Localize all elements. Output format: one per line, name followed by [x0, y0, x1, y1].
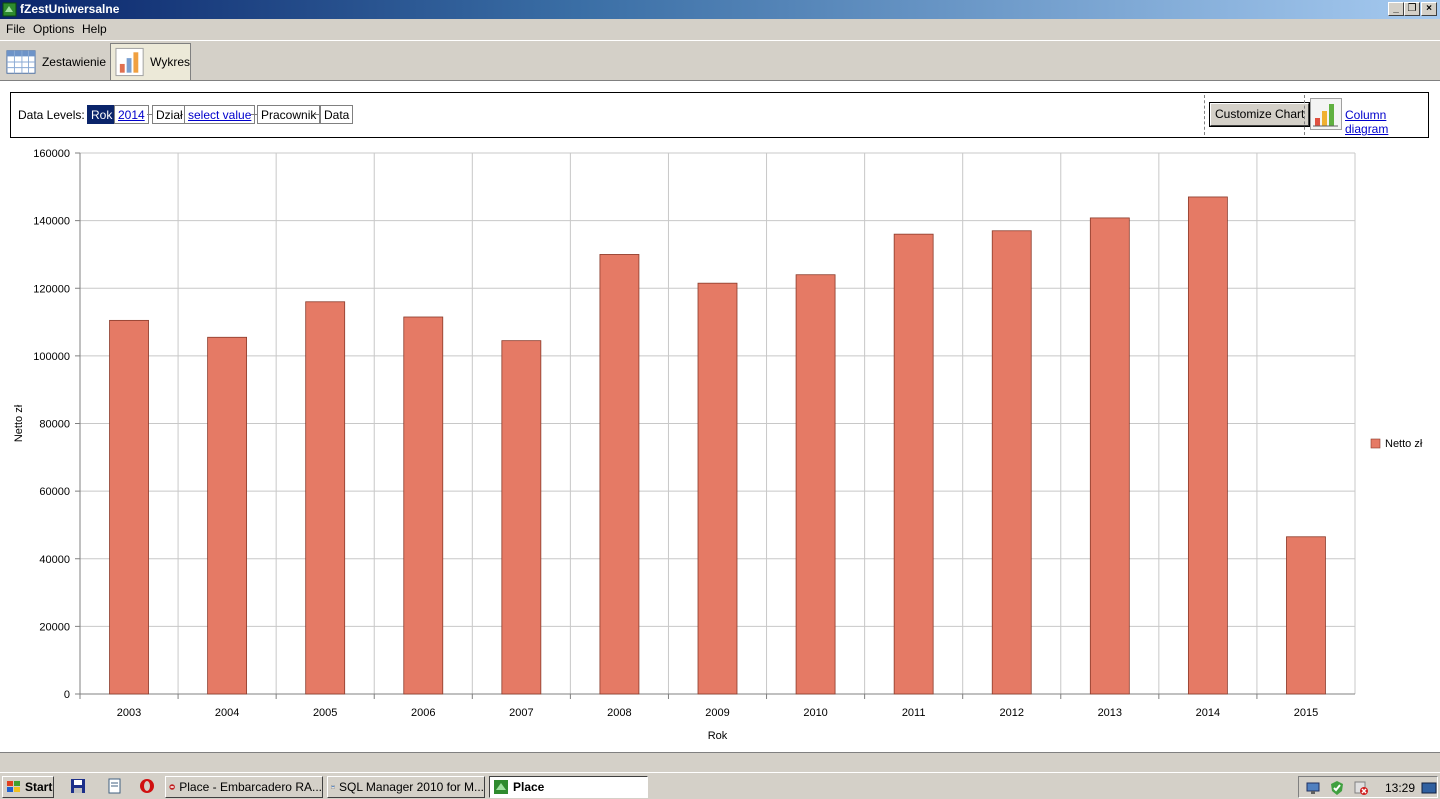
tab-zestawienie[interactable]: Zestawienie [6, 43, 106, 80]
start-button[interactable]: Start [2, 776, 54, 798]
y-tick-label: 120000 [33, 283, 70, 295]
bar [1089, 217, 1130, 695]
y-tick-label: 160000 [33, 148, 70, 160]
app-icon [2, 2, 17, 17]
level-data[interactable]: Data [320, 105, 354, 124]
x-tick-label: 2013 [1098, 707, 1122, 719]
y-axis-title: Netto zł [13, 404, 25, 442]
x-tick-label: 2007 [509, 707, 533, 719]
x-tick-label: 2012 [999, 707, 1023, 719]
customize-chart-button[interactable]: Customize Chart [1208, 102, 1311, 127]
toolbar-separator [1204, 95, 1205, 135]
menu-help[interactable]: Help [82, 22, 107, 36]
bar [599, 254, 640, 695]
bar [403, 316, 444, 695]
sql-manager-icon [331, 785, 335, 789]
bar [501, 340, 542, 695]
level-dzial[interactable]: Dział [152, 105, 187, 124]
y-tick-label: 140000 [33, 216, 70, 228]
bar-chart-icon [115, 47, 144, 77]
x-tick-label: 2005 [313, 707, 337, 719]
start-label: Start [25, 780, 53, 794]
level-rok[interactable]: Rok [87, 105, 117, 124]
level-pracownik[interactable]: Pracownik [257, 105, 321, 124]
bar [795, 274, 836, 695]
menu-options[interactable]: Options [33, 22, 74, 36]
x-tick-label: 2006 [411, 707, 435, 719]
tab-label: Zestawienie [41, 54, 106, 69]
title-bar: fZestUniwersalne _ ❐ × [0, 0, 1440, 19]
x-tick-label: 2009 [705, 707, 729, 719]
y-tick-label: 0 [64, 689, 70, 701]
window-title: fZestUniwersalne [20, 2, 120, 16]
y-tick-label: 80000 [39, 419, 70, 431]
taskbar-item-sql-manager[interactable]: SQL Manager 2010 for M... [327, 776, 485, 798]
data-levels-label: Data Levels: [18, 108, 85, 122]
taskbar-item-place[interactable]: Place [489, 776, 648, 798]
app-icon [494, 780, 508, 794]
security-alert-icon[interactable] [1353, 780, 1369, 796]
tab-wykres[interactable]: Wykres [110, 43, 191, 80]
taskbar-item-embarcadero[interactable]: Place - Embarcadero RA... [165, 776, 323, 798]
toolbar-separator [1304, 95, 1305, 135]
level-rok-value[interactable]: 2014 [114, 105, 149, 124]
quick-launch-document-icon[interactable] [106, 778, 122, 794]
taskbar-item-label: SQL Manager 2010 for M... [339, 780, 484, 794]
x-tick-label: 2015 [1294, 707, 1318, 719]
level-dzial-value[interactable]: select value [184, 105, 256, 124]
taskbar-item-label: Place - Embarcadero RA... [179, 780, 322, 794]
restore-button[interactable]: ❐ [1404, 2, 1420, 16]
view-tabs: Zestawienie Wykres [0, 40, 1440, 80]
y-tick-label: 100000 [33, 351, 70, 363]
x-tick-label: 2011 [902, 707, 926, 719]
menu-file[interactable]: File [6, 22, 25, 36]
y-tick-label: 20000 [39, 621, 70, 633]
embarcadero-icon [169, 784, 175, 790]
bar [305, 301, 346, 695]
taskbar: Start Place - Embarcadero RA... SQL Mana… [0, 772, 1440, 799]
x-tick-label: 2010 [803, 707, 827, 719]
menu-bar: File Options Help [0, 19, 1440, 39]
x-tick-label: 2008 [607, 707, 631, 719]
bar [109, 319, 149, 695]
taskbar-item-label: Place [513, 780, 545, 794]
bar [1187, 196, 1228, 695]
data-levels-bar: Data Levels: Rok 2014 Dział select value… [10, 92, 1429, 138]
network-icon[interactable] [1305, 780, 1321, 796]
bar [1286, 536, 1326, 695]
table-grid-icon [6, 49, 36, 74]
close-button[interactable]: × [1421, 2, 1437, 16]
opera-icon[interactable] [139, 778, 155, 794]
bar-chart: 0 20000 40000 60000 80000 100000 120000 140000 1… [13, 148, 1423, 742]
bar [991, 230, 1032, 695]
security-check-icon[interactable] [1329, 780, 1345, 796]
status-strip [0, 752, 1440, 772]
dzial-value-link[interactable]: select value [188, 108, 251, 122]
windows-logo-icon [7, 781, 20, 792]
bar [207, 336, 248, 695]
bar [697, 282, 738, 695]
minimize-button[interactable]: _ [1388, 2, 1404, 16]
legend-label: Netto zł [1385, 438, 1423, 450]
legend-swatch [1370, 438, 1381, 449]
x-tick-label: 2014 [1196, 707, 1220, 719]
bar [893, 233, 934, 695]
x-tick-label: 2003 [117, 707, 141, 719]
clock: 13:29 [1385, 781, 1416, 795]
show-desktop-icon[interactable] [1421, 780, 1437, 796]
x-tick-label: 2004 [215, 707, 239, 719]
system-tray: 13:29 [1298, 776, 1438, 798]
column-diagram-icon[interactable] [1310, 98, 1342, 130]
y-tick-label: 60000 [39, 486, 70, 498]
x-axis-title: Rok [708, 730, 728, 742]
quick-launch-save-icon[interactable] [70, 778, 86, 794]
column-diagram-link[interactable]: Column diagram [1345, 108, 1428, 136]
tab-label: Wykres [150, 55, 190, 69]
y-tick-label: 40000 [39, 554, 70, 566]
rok-value-link[interactable]: 2014 [118, 108, 145, 122]
